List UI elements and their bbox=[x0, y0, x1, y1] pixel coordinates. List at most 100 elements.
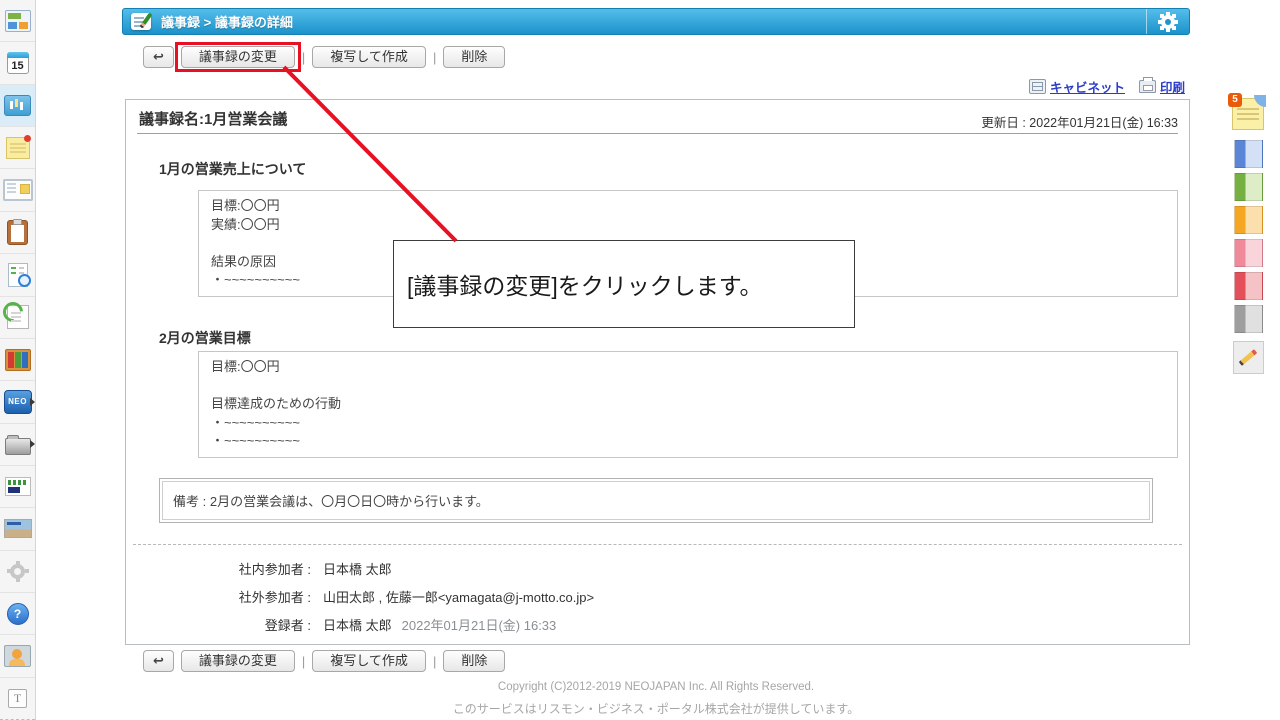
ad-banner-icon bbox=[4, 519, 32, 538]
sidebar-item-bulletin[interactable] bbox=[0, 169, 35, 211]
sidebar-item-ad-banner[interactable] bbox=[0, 508, 35, 550]
utility-links: キャビネット 印刷 bbox=[1029, 77, 1185, 96]
annotation-text: [議事録の変更]をクリックします。 bbox=[407, 267, 762, 301]
copy-create-button[interactable]: 複写して作成 bbox=[312, 650, 426, 672]
participants-label: 登録者 : bbox=[126, 616, 311, 635]
note-count-badge: 5 bbox=[1228, 93, 1242, 107]
participants-value: 日本橋 太郎 bbox=[323, 560, 392, 579]
back-button[interactable]: ↩ bbox=[143, 46, 174, 68]
updated-date: 更新日 : 2022年01月21日(金) 16:33 bbox=[981, 112, 1178, 131]
registered-datetime: 2022年01月21日(金) 16:33 bbox=[402, 616, 557, 635]
cabinet-icon bbox=[1029, 79, 1046, 94]
portal-icon bbox=[5, 10, 31, 32]
todo-search-icon bbox=[8, 263, 28, 287]
right-sidebar: 5 bbox=[1232, 98, 1264, 374]
toolbar-separator: | bbox=[433, 50, 436, 65]
workflow-icon bbox=[7, 305, 29, 329]
toolbar-bottom: ↩ 議事録の変更 | 複写して作成 | 削除 bbox=[143, 650, 505, 672]
annotation-callout: [議事録の変更]をクリックします。 bbox=[393, 240, 855, 328]
help-icon: ? bbox=[7, 603, 29, 625]
cabinet-link[interactable]: キャビネット bbox=[1029, 77, 1125, 96]
breadcrumb: 議事録 > 議事録の詳細 bbox=[161, 12, 293, 31]
participants-block: 社内参加者 : 日本橋 太郎 社外参加者 : 山田太郎 , 佐藤一郎<yamag… bbox=[126, 560, 1189, 644]
minutes-detail-panel: 議事録名:1月営業会議 更新日 : 2022年01月21日(金) 16:33 1… bbox=[125, 99, 1190, 645]
sidebar-item-neo[interactable]: NEO bbox=[0, 381, 35, 423]
section-1-heading: 1月の営業売上について bbox=[159, 159, 306, 179]
delete-button[interactable]: 削除 bbox=[443, 650, 505, 672]
section-2-heading: 2月の営業目標 bbox=[159, 328, 251, 348]
bulletin-icon bbox=[3, 179, 33, 201]
folder-icon bbox=[5, 438, 31, 455]
delete-button[interactable]: 削除 bbox=[443, 46, 505, 68]
label-chip-orange[interactable] bbox=[1234, 206, 1263, 234]
edit-note-button[interactable] bbox=[1233, 341, 1264, 374]
left-sidebar: 15 NEO? T bbox=[0, 0, 36, 720]
toolbar-separator: | bbox=[302, 50, 305, 65]
label-chip-gray[interactable] bbox=[1234, 305, 1263, 333]
bookshelf-icon bbox=[5, 349, 31, 371]
sidebar-item-gear[interactable] bbox=[0, 551, 35, 593]
flyout-arrow-icon bbox=[30, 440, 35, 448]
app-window: 15 NEO? T 議事録 > 議事録の詳細 ↩ 議事録の変更 | 複写して作成 |… bbox=[0, 0, 1280, 720]
sidebar-item-schedule[interactable]: 15 bbox=[0, 42, 35, 84]
sidebar-item-tanomail[interactable] bbox=[0, 466, 35, 508]
sidebar-item-folder[interactable] bbox=[0, 424, 35, 466]
label-chip-green[interactable] bbox=[1234, 173, 1263, 201]
back-button[interactable]: ↩ bbox=[143, 650, 174, 672]
sidebar-item-clipboard[interactable] bbox=[0, 212, 35, 254]
sidebar-item-memo[interactable] bbox=[0, 127, 35, 169]
sidebar-item-text-size[interactable]: T bbox=[0, 678, 35, 720]
provider-text: このサービスはリスモン・ビジネス・ポータル株式会社が提供しています。 bbox=[122, 700, 1190, 717]
module-header: 議事録 > 議事録の詳細 bbox=[122, 8, 1190, 35]
toolbar-separator: | bbox=[302, 654, 305, 669]
label-color-chips bbox=[1234, 140, 1263, 333]
sidebar-item-workflow[interactable] bbox=[0, 297, 35, 339]
participants-value: 山田太郎 , 佐藤一郎<yamagata@j-motto.co.jp> bbox=[323, 588, 594, 607]
participants-label: 社外参加者 : bbox=[126, 588, 311, 607]
change-button-wrap: 議事録の変更 bbox=[181, 46, 295, 68]
print-link-label: 印刷 bbox=[1160, 77, 1185, 96]
cabinet-link-label: キャビネット bbox=[1050, 77, 1125, 96]
remarks-box: 備考 : 2月の営業会議は、〇月〇日〇時から行います。 bbox=[159, 478, 1153, 523]
participants-label: 社内参加者 : bbox=[126, 560, 311, 579]
sidebar-item-support[interactable] bbox=[0, 635, 35, 677]
change-minutes-button[interactable]: 議事録の変更 bbox=[181, 650, 295, 672]
clipboard-icon bbox=[7, 220, 28, 245]
main-column: 議事録 > 議事録の詳細 ↩ 議事録の変更 | 複写して作成 | 削除 キャビネ… bbox=[122, 0, 1190, 720]
gear-icon bbox=[1161, 15, 1175, 29]
print-link[interactable]: 印刷 bbox=[1139, 77, 1185, 96]
text-size-icon: T bbox=[8, 689, 27, 708]
toolbar-separator: | bbox=[433, 654, 436, 669]
change-minutes-button[interactable]: 議事録の変更 bbox=[181, 46, 295, 68]
tanomail-icon bbox=[5, 477, 31, 496]
label-chip-red[interactable] bbox=[1234, 272, 1263, 300]
header-settings-button[interactable] bbox=[1146, 9, 1189, 34]
memo-icon bbox=[6, 137, 30, 159]
copyright-text: Copyright (C)2012-2019 NEOJAPAN Inc. All… bbox=[122, 681, 1190, 693]
minutes-module-icon bbox=[131, 13, 151, 30]
participants-value: 日本橋 太郎 bbox=[323, 616, 392, 635]
toolbar-top: ↩ 議事録の変更 | 複写して作成 | 削除 bbox=[143, 46, 505, 68]
copy-create-button[interactable]: 複写して作成 bbox=[312, 46, 426, 68]
presentation-icon bbox=[4, 95, 31, 116]
participants-row-external: 社外参加者 : 山田太郎 , 佐藤一郎<yamagata@j-motto.co.… bbox=[126, 588, 1189, 607]
dashed-divider bbox=[133, 544, 1182, 545]
sidebar-item-presentation[interactable] bbox=[0, 85, 35, 127]
sticky-note-button[interactable]: 5 bbox=[1232, 98, 1264, 130]
sidebar-item-todo-search[interactable] bbox=[0, 254, 35, 296]
participants-row-registrant: 登録者 : 日本橋 太郎 2022年01月21日(金) 16:33 bbox=[126, 616, 1189, 635]
title-divider bbox=[137, 133, 1178, 134]
remarks-text: 備考 : 2月の営業会議は、〇月〇日〇時から行います。 bbox=[162, 481, 1150, 520]
sidebar-item-bookshelf[interactable] bbox=[0, 339, 35, 381]
flyout-arrow-icon bbox=[30, 398, 35, 406]
label-chip-blue[interactable] bbox=[1234, 140, 1263, 168]
sidebar-item-portal[interactable] bbox=[0, 0, 35, 42]
neo-icon: NEO bbox=[4, 390, 32, 414]
participants-row-internal: 社内参加者 : 日本橋 太郎 bbox=[126, 560, 1189, 579]
sidebar-item-help[interactable]: ? bbox=[0, 593, 35, 635]
gear-icon bbox=[10, 564, 25, 579]
printer-icon bbox=[1139, 80, 1156, 93]
label-chip-pink[interactable] bbox=[1234, 239, 1263, 267]
section-2-body: 目標:〇〇円 目標達成のための行動 ・~~~~~~~~~~ ・~~~~~~~~~… bbox=[198, 351, 1178, 458]
schedule-icon: 15 bbox=[7, 52, 29, 74]
